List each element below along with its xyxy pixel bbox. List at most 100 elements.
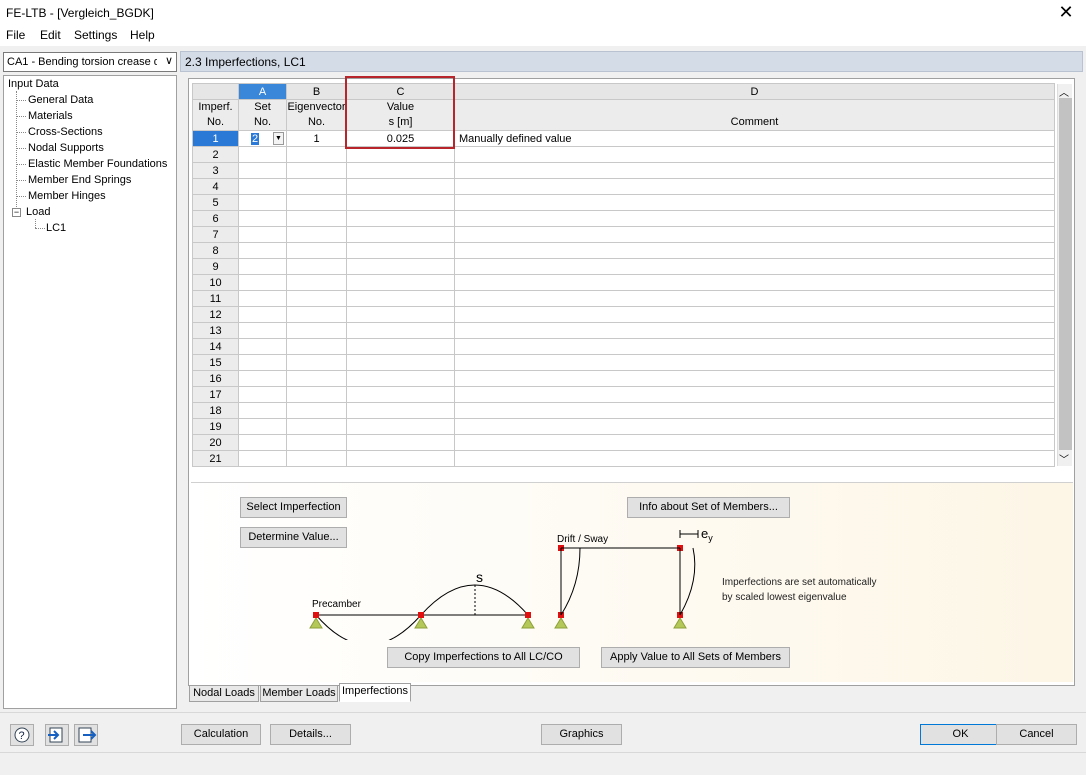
- tree-item-cross-sections[interactable]: Cross-Sections: [28, 126, 103, 138]
- row-number[interactable]: 19: [192, 418, 239, 435]
- apply-value-button[interactable]: Apply Value to All Sets of Members: [601, 647, 790, 668]
- table-cell[interactable]: [238, 194, 287, 211]
- table-cell[interactable]: [238, 370, 287, 387]
- table-cell[interactable]: [238, 226, 287, 243]
- table-cell[interactable]: [238, 210, 287, 227]
- table-cell[interactable]: [346, 370, 455, 387]
- table-cell[interactable]: [286, 322, 347, 339]
- table-cell[interactable]: [286, 178, 347, 195]
- column-letter-d[interactable]: D: [454, 83, 1055, 100]
- help-button[interactable]: ?: [10, 724, 34, 746]
- row-number[interactable]: 10: [192, 274, 239, 291]
- table-cell[interactable]: [238, 274, 287, 291]
- table-cell[interactable]: [454, 146, 1055, 163]
- details-button[interactable]: Details...: [270, 724, 351, 745]
- tree-item-member-hinges[interactable]: Member Hinges: [28, 190, 106, 202]
- table-cell[interactable]: [454, 290, 1055, 307]
- table-cell[interactable]: [238, 402, 287, 419]
- export-button[interactable]: [74, 724, 98, 746]
- scroll-down-icon[interactable]: ﹀: [1059, 451, 1069, 466]
- table-cell[interactable]: [286, 162, 347, 179]
- tab-nodal-loads[interactable]: Nodal Loads: [189, 685, 259, 702]
- table-cell[interactable]: [454, 274, 1055, 291]
- table-cell[interactable]: [238, 418, 287, 435]
- close-icon[interactable]: ✕: [1056, 2, 1076, 23]
- tree-item-materials[interactable]: Materials: [28, 110, 73, 122]
- cancel-button[interactable]: Cancel: [996, 724, 1077, 745]
- table-cell[interactable]: [346, 274, 455, 291]
- table-cell[interactable]: [454, 338, 1055, 355]
- table-cell[interactable]: [286, 434, 347, 451]
- table-cell[interactable]: [238, 322, 287, 339]
- row-number[interactable]: 21: [192, 450, 239, 467]
- table-cell[interactable]: [346, 338, 455, 355]
- table-cell[interactable]: [286, 354, 347, 371]
- table-cell[interactable]: [286, 226, 347, 243]
- table-cell[interactable]: [346, 434, 455, 451]
- table-cell[interactable]: [346, 418, 455, 435]
- table-cell[interactable]: [346, 306, 455, 323]
- row-number[interactable]: 9: [192, 258, 239, 275]
- tree-item-load[interactable]: Load: [26, 206, 50, 218]
- tab-member-loads[interactable]: Member Loads: [260, 685, 338, 702]
- menu-help[interactable]: Help: [130, 28, 155, 42]
- row-number[interactable]: 12: [192, 306, 239, 323]
- table-cell[interactable]: [286, 386, 347, 403]
- table-cell[interactable]: [238, 450, 287, 467]
- set-cell[interactable]: 2 ▼: [238, 130, 287, 147]
- tab-imperfections[interactable]: Imperfections: [339, 683, 411, 702]
- table-cell[interactable]: [238, 306, 287, 323]
- table-cell[interactable]: [346, 226, 455, 243]
- table-cell[interactable]: [454, 226, 1055, 243]
- table-cell[interactable]: [346, 402, 455, 419]
- row-number[interactable]: 20: [192, 434, 239, 451]
- table-cell[interactable]: [454, 450, 1055, 467]
- column-letter-a[interactable]: A: [238, 83, 287, 100]
- table-cell[interactable]: [238, 146, 287, 163]
- row-number[interactable]: 2: [192, 146, 239, 163]
- row-number[interactable]: 15: [192, 354, 239, 371]
- table-cell[interactable]: [238, 242, 287, 259]
- table-cell[interactable]: [286, 210, 347, 227]
- table-cell[interactable]: [238, 258, 287, 275]
- table-cell[interactable]: [238, 338, 287, 355]
- row-number[interactable]: 1: [192, 130, 239, 147]
- row-number[interactable]: 11: [192, 290, 239, 307]
- table-cell[interactable]: [454, 386, 1055, 403]
- scroll-up-icon[interactable]: ︿: [1059, 84, 1069, 99]
- row-number[interactable]: 17: [192, 386, 239, 403]
- table-cell[interactable]: [238, 290, 287, 307]
- menu-edit[interactable]: Edit: [40, 28, 61, 42]
- row-number[interactable]: 3: [192, 162, 239, 179]
- table-cell[interactable]: [454, 322, 1055, 339]
- row-number[interactable]: 8: [192, 242, 239, 259]
- table-cell[interactable]: [286, 194, 347, 211]
- table-cell[interactable]: [454, 258, 1055, 275]
- tree-item-nodal-supports[interactable]: Nodal Supports: [28, 142, 104, 154]
- table-cell[interactable]: [286, 338, 347, 355]
- vertical-scrollbar[interactable]: ︿ ﹀: [1057, 84, 1072, 466]
- row-number[interactable]: 6: [192, 210, 239, 227]
- collapse-icon[interactable]: −: [12, 208, 21, 217]
- table-cell[interactable]: [238, 354, 287, 371]
- load-case-select[interactable]: CA1 - Bending torsion crease de ∨: [3, 52, 177, 72]
- scroll-thumb[interactable]: [1059, 98, 1072, 450]
- row-number[interactable]: 7: [192, 226, 239, 243]
- tree-item-lc1[interactable]: LC1: [46, 222, 66, 234]
- table-cell[interactable]: [346, 242, 455, 259]
- table-cell[interactable]: [454, 354, 1055, 371]
- menu-settings[interactable]: Settings: [74, 28, 117, 42]
- menu-file[interactable]: File: [6, 28, 25, 42]
- table-cell[interactable]: [454, 434, 1055, 451]
- table-cell[interactable]: [346, 178, 455, 195]
- table-cell[interactable]: [346, 354, 455, 371]
- table-cell[interactable]: [346, 322, 455, 339]
- table-cell[interactable]: [286, 306, 347, 323]
- table-cell[interactable]: [286, 290, 347, 307]
- chevron-down-icon[interactable]: ∨: [165, 54, 173, 67]
- table-cell[interactable]: [286, 258, 347, 275]
- table-cell[interactable]: [238, 162, 287, 179]
- tree-item-general-data[interactable]: General Data: [28, 94, 93, 106]
- table-cell[interactable]: [238, 434, 287, 451]
- row-number[interactable]: 18: [192, 402, 239, 419]
